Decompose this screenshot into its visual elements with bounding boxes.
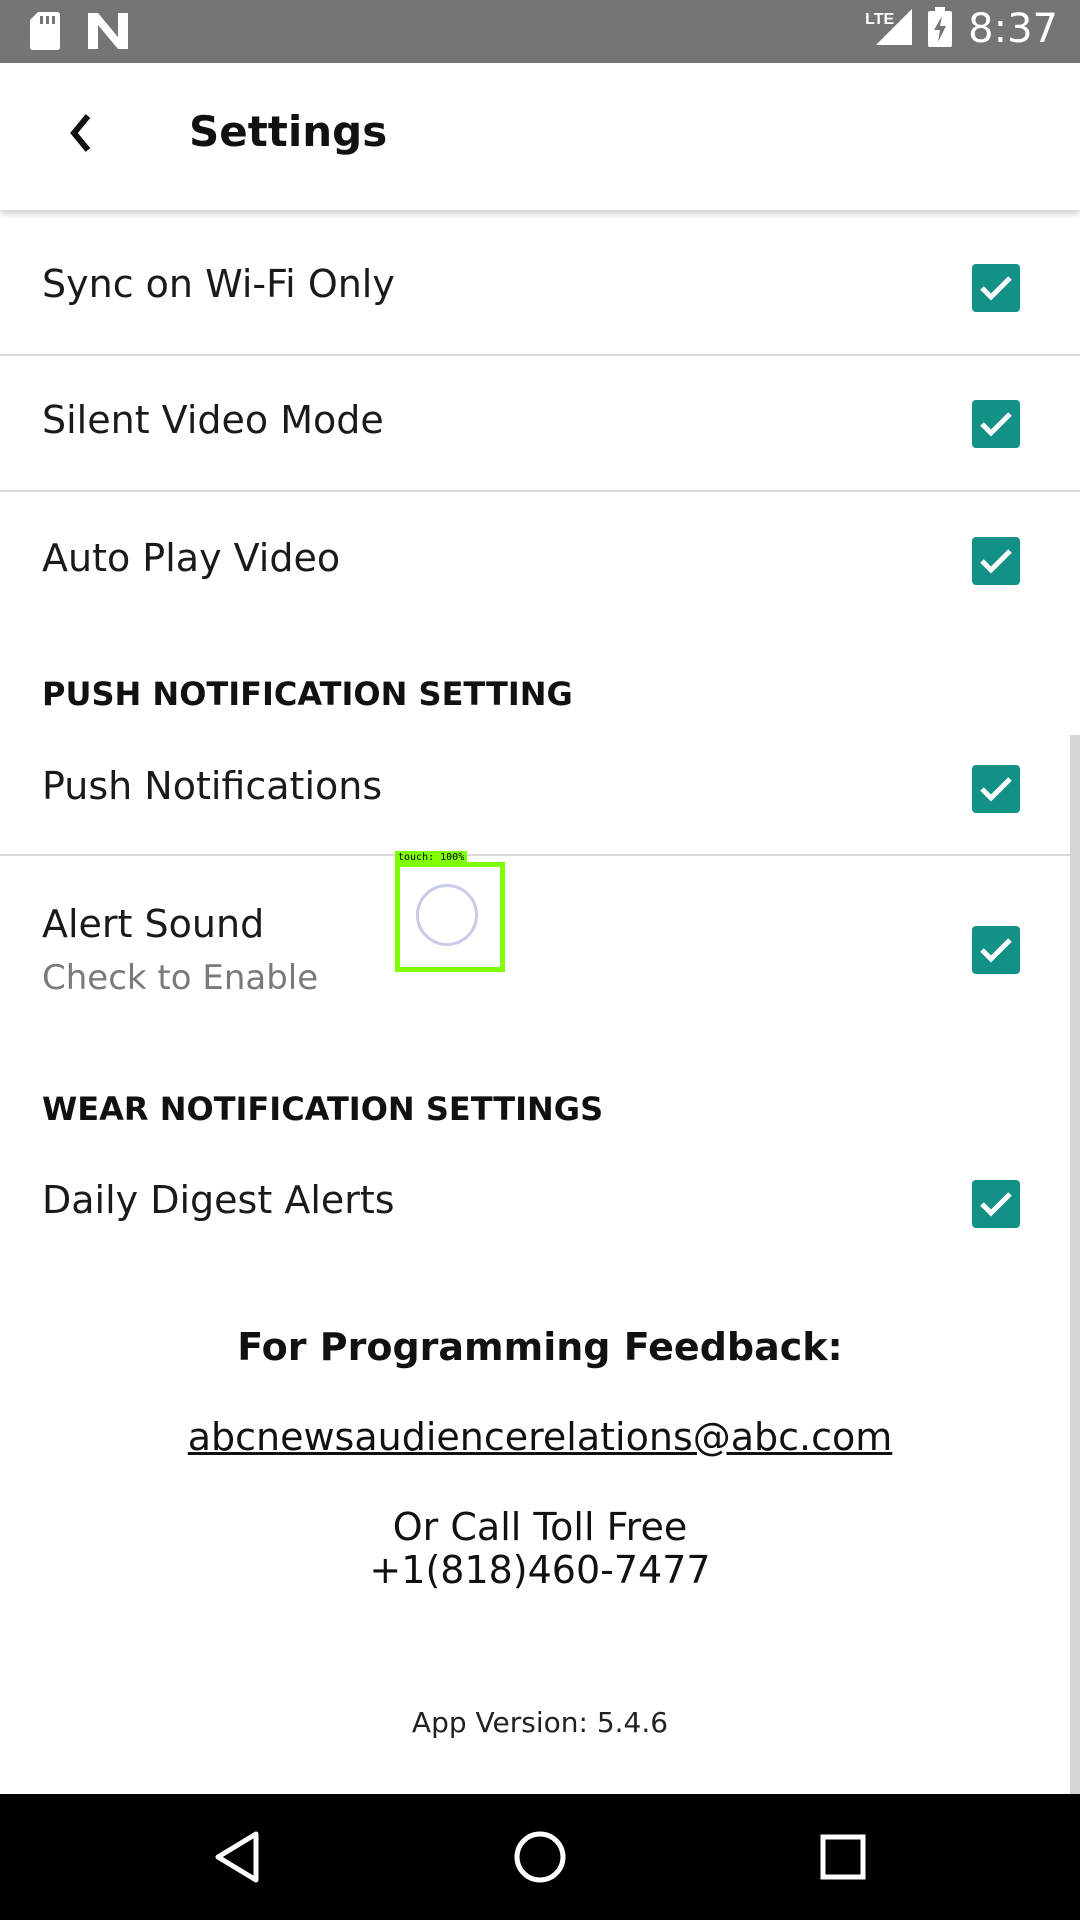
- checkbox-sync-wifi[interactable]: [972, 264, 1020, 312]
- phone-link[interactable]: +1(818)460-7477: [369, 1548, 710, 1592]
- battery-charging-icon: [928, 6, 953, 52]
- touch-indicator-circle: [416, 884, 478, 946]
- n-logo-icon: [88, 13, 128, 54]
- setting-row-auto-play[interactable]: Auto Play Video: [0, 492, 1080, 628]
- status-bar: LTE 8:37: [0, 0, 1080, 63]
- nav-recents-button[interactable]: [810, 1824, 876, 1890]
- checkmark-icon: [980, 549, 1012, 574]
- setting-row-alert-sound[interactable]: Alert Sound Check to Enable: [0, 856, 1080, 1016]
- setting-row-silent-video[interactable]: Silent Video Mode: [0, 356, 1080, 490]
- checkmark-icon: [980, 1192, 1012, 1217]
- checkbox-alert-sound[interactable]: [972, 926, 1020, 974]
- setting-row-sync-wifi[interactable]: Sync on Wi-Fi Only: [0, 218, 1080, 354]
- page-title: Settings: [189, 107, 388, 156]
- checkbox-push-notifications[interactable]: [972, 765, 1020, 813]
- back-triangle-icon: [215, 1831, 259, 1883]
- signal-icon: [876, 8, 913, 50]
- call-label: Or Call Toll Free: [392, 1505, 688, 1549]
- sd-card-icon: [30, 12, 60, 55]
- phone-wrapper: +1(818)460-7477: [0, 1548, 1080, 1592]
- checkmark-icon: [980, 938, 1012, 963]
- email-link-wrapper: abcnewsaudiencerelations@abc.com: [0, 1415, 1080, 1459]
- section-header-push: PUSH NOTIFICATION SETTING: [42, 675, 573, 713]
- checkmark-icon: [980, 412, 1012, 437]
- nav-home-button[interactable]: [507, 1824, 573, 1890]
- setting-row-push-notifications[interactable]: Push Notifications: [0, 720, 1080, 854]
- feedback-heading: For Programming Feedback:: [237, 1325, 843, 1369]
- app-version: App Version: 5.4.6: [411, 1706, 669, 1739]
- setting-label: Alert Sound: [42, 902, 265, 946]
- setting-row-daily-digest[interactable]: Daily Digest Alerts: [0, 1134, 1080, 1270]
- recents-square-icon: [820, 1834, 866, 1880]
- back-button[interactable]: [48, 103, 112, 167]
- checkmark-icon: [980, 777, 1012, 802]
- checkbox-silent-video[interactable]: [972, 400, 1020, 448]
- setting-label: Sync on Wi-Fi Only: [42, 262, 395, 306]
- setting-label: Daily Digest Alerts: [42, 1178, 395, 1222]
- app-bar: Settings: [0, 63, 1080, 210]
- setting-label: Auto Play Video: [42, 536, 341, 580]
- setting-label: Silent Video Mode: [42, 398, 384, 442]
- scrollbar[interactable]: [1070, 735, 1080, 1794]
- checkmark-icon: [980, 276, 1012, 301]
- setting-sublabel: Check to Enable: [42, 958, 319, 998]
- setting-label: Push Notifications: [42, 764, 383, 808]
- navigation-bar: [0, 1794, 1080, 1920]
- section-header-wear: WEAR NOTIFICATION SETTINGS: [42, 1090, 604, 1128]
- home-circle-icon: [514, 1831, 566, 1883]
- checkbox-auto-play[interactable]: [972, 537, 1020, 585]
- chevron-left-icon: [68, 113, 92, 157]
- feedback-email-link[interactable]: abcnewsaudiencerelations@abc.com: [188, 1415, 893, 1459]
- nav-back-button[interactable]: [204, 1824, 270, 1890]
- clock: 8:37: [968, 6, 1058, 52]
- checkbox-daily-digest[interactable]: [972, 1180, 1020, 1228]
